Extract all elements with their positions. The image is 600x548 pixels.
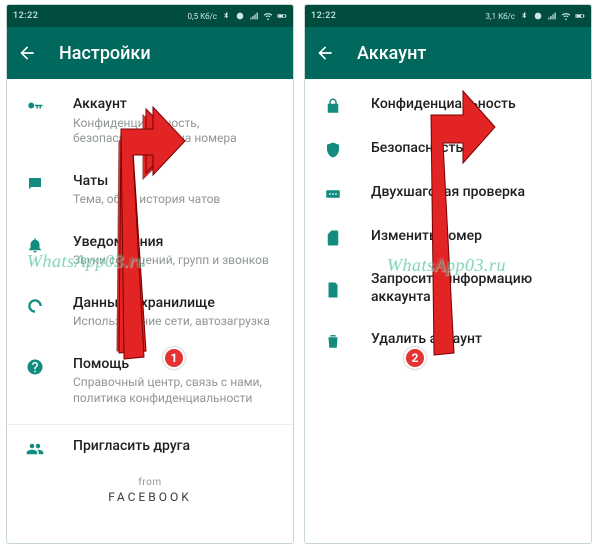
status-net-speed: 3,1 Кб/с bbox=[486, 12, 515, 21]
settings-item-data[interactable]: Данные и хранилище Использование сети, а… bbox=[7, 282, 293, 343]
account-item-changenumber[interactable]: Изменить номер bbox=[305, 215, 591, 259]
account-item-requestinfo[interactable]: Запросить информацию аккаунта bbox=[305, 259, 591, 318]
account-item-title: Изменить номер bbox=[371, 228, 575, 246]
account-item-privacy[interactable]: Конфиденциальность bbox=[305, 83, 591, 127]
document-icon bbox=[324, 281, 342, 299]
settings-item-title: Пригласить друга bbox=[73, 438, 277, 456]
settings-list: Аккаунт Конфиденциальность, безопасность… bbox=[7, 79, 293, 543]
people-icon bbox=[26, 440, 44, 458]
footer-facebook: FACEBOOK bbox=[7, 490, 293, 504]
account-item-twostep[interactable]: Двухшаговая проверка bbox=[305, 171, 591, 215]
account-item-title: Двухшаговая проверка bbox=[371, 184, 575, 202]
settings-item-chats[interactable]: Чаты Тема, обои, история чатов bbox=[7, 160, 293, 221]
account-item-title: Удалить аккаунт bbox=[371, 331, 575, 349]
back-icon[interactable] bbox=[315, 43, 335, 63]
settings-item-help[interactable]: Помощь Справочный центр, связь с нами, п… bbox=[7, 343, 293, 420]
settings-item-title: Аккаунт bbox=[73, 96, 277, 114]
phone-screen-account: 12:22 3,1 Кб/с Аккаунт Конфиденциальност… bbox=[304, 4, 592, 544]
page-title: Настройки bbox=[59, 43, 151, 64]
settings-item-sub: Конфиденциальность, безопасность, смена … bbox=[73, 116, 277, 147]
settings-item-sub: Справочный центр, связь с нами, политика… bbox=[73, 375, 277, 406]
bluetooth-icon bbox=[519, 11, 529, 21]
settings-item-title: Чаты bbox=[73, 173, 277, 191]
wifi-icon bbox=[561, 11, 571, 21]
trash-icon bbox=[324, 332, 342, 350]
footer-brand: from FACEBOOK bbox=[7, 471, 293, 518]
account-item-delete[interactable]: Удалить аккаунт bbox=[305, 318, 591, 362]
status-time: 12:22 bbox=[311, 11, 336, 21]
footer-from: from bbox=[7, 477, 293, 488]
settings-item-title: Помощь bbox=[73, 356, 277, 374]
account-item-title: Запросить информацию аккаунта bbox=[371, 271, 575, 306]
wifi-icon bbox=[263, 11, 273, 21]
alarm-icon bbox=[533, 11, 543, 21]
alarm-icon bbox=[235, 11, 245, 21]
status-icons: 0,5 Кб/с bbox=[188, 11, 287, 21]
pin-icon bbox=[324, 185, 342, 203]
account-item-security[interactable]: Безопасность bbox=[305, 127, 591, 171]
settings-item-account[interactable]: Аккаунт Конфиденциальность, безопасность… bbox=[7, 83, 293, 160]
battery-icon bbox=[575, 11, 585, 21]
account-item-title: Безопасность bbox=[371, 140, 575, 158]
signal-icon bbox=[249, 11, 259, 21]
settings-item-title: Уведомления bbox=[73, 234, 277, 252]
app-header: Аккаунт bbox=[305, 27, 591, 79]
settings-item-sub: Звуки сообщений, групп и звонков bbox=[73, 253, 277, 269]
settings-item-sub: Использование сети, автозагрузка bbox=[73, 314, 277, 330]
account-item-title: Конфиденциальность bbox=[371, 96, 575, 114]
lock-icon bbox=[324, 97, 342, 115]
status-bar: 12:22 3,1 Кб/с bbox=[305, 5, 591, 27]
phone-screen-settings: 12:22 0,5 Кб/с Настройки Аккаунт Конфиде… bbox=[6, 4, 294, 544]
settings-item-sub: Тема, обои, история чатов bbox=[73, 192, 277, 208]
settings-item-title: Данные и хранилище bbox=[73, 295, 277, 313]
data-usage-icon bbox=[26, 297, 44, 315]
app-header: Настройки bbox=[7, 27, 293, 79]
sim-icon bbox=[324, 229, 342, 247]
status-icons: 3,1 Кб/с bbox=[486, 11, 585, 21]
status-time: 12:22 bbox=[13, 11, 38, 21]
shield-icon bbox=[324, 141, 342, 159]
battery-icon bbox=[277, 11, 287, 21]
settings-item-notifications[interactable]: Уведомления Звуки сообщений, групп и зво… bbox=[7, 221, 293, 282]
bell-icon bbox=[26, 236, 44, 254]
account-list: Конфиденциальность Безопасность Двухшаго… bbox=[305, 79, 591, 543]
signal-icon bbox=[547, 11, 557, 21]
page-title: Аккаунт bbox=[357, 43, 426, 64]
bluetooth-icon bbox=[221, 11, 231, 21]
settings-item-invite[interactable]: Пригласить друга bbox=[7, 424, 293, 471]
chat-icon bbox=[26, 175, 44, 193]
status-bar: 12:22 0,5 Кб/с bbox=[7, 5, 293, 27]
help-icon bbox=[26, 358, 44, 376]
back-icon[interactable] bbox=[17, 43, 37, 63]
key-icon bbox=[26, 98, 44, 116]
status-net-speed: 0,5 Кб/с bbox=[188, 12, 217, 21]
